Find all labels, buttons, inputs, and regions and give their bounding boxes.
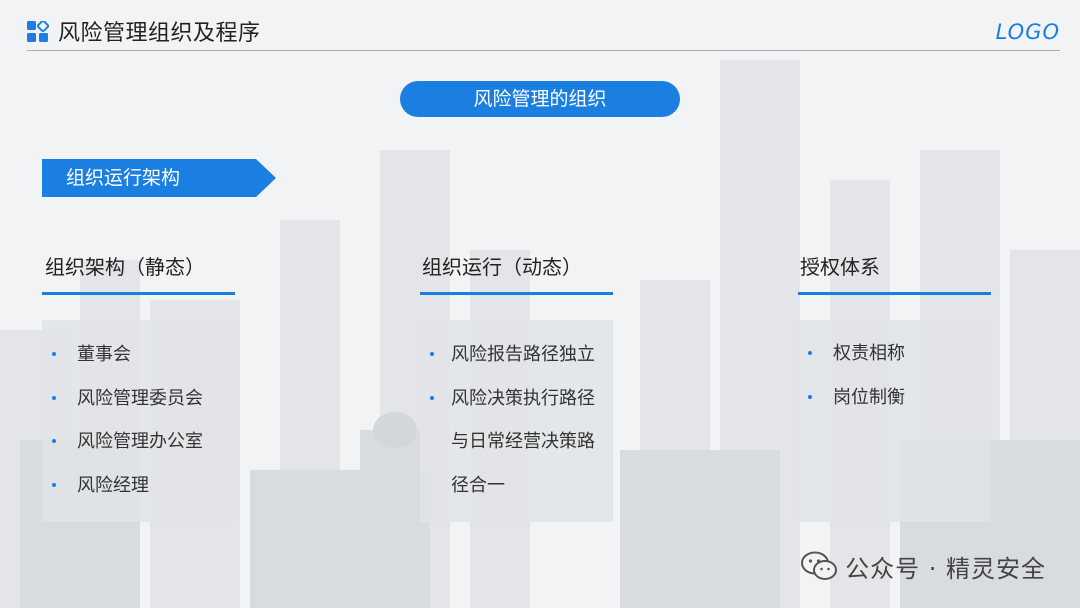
panel-structure: 董事会 风险管理委员会 风险管理办公室 风险经理 [42,320,235,522]
watermark-text: 公众号 · 精灵安全 [845,554,1046,583]
wechat-icon [801,551,838,580]
column-heading-authorization: 授权体系 [800,255,880,279]
list-item: 风险管理委员会 [42,377,235,421]
panel-authorization: 权责相称 岗位制衡 [798,320,991,522]
column-heading-structure: 组织架构（静态） [45,255,205,279]
list-item: 风险管理办公室 [42,420,235,464]
panel-operation: 风险报告路径独立 风险决策执行路径与日常经营决策路径合一 [420,320,613,522]
list-item: 权责相称 [798,332,991,376]
list-item: 岗位制衡 [798,376,991,420]
grid-logo-icon [27,21,49,42]
list-item: 风险决策执行路径与日常经营决策路径合一 [420,377,601,508]
section-title-pill: 风险管理的组织 [400,81,680,117]
list-item: 风险经理 [42,464,235,508]
arrow-tag-label: 组织运行架构 [66,167,181,189]
column-underline [420,292,613,295]
logo-text: LOGO [995,20,1060,44]
column-underline [798,292,991,295]
header-divider [27,50,1060,51]
wechat-watermark: 公众号 · 精灵安全 [801,548,1046,584]
column-underline [42,292,235,295]
arrow-tag: 组织运行架构 [42,159,276,197]
list-item: 风险报告路径独立 [420,333,601,377]
page-title: 风险管理组织及程序 [58,21,261,46]
column-heading-operation: 组织运行（动态） [422,255,582,279]
list-item: 董事会 [42,333,235,377]
